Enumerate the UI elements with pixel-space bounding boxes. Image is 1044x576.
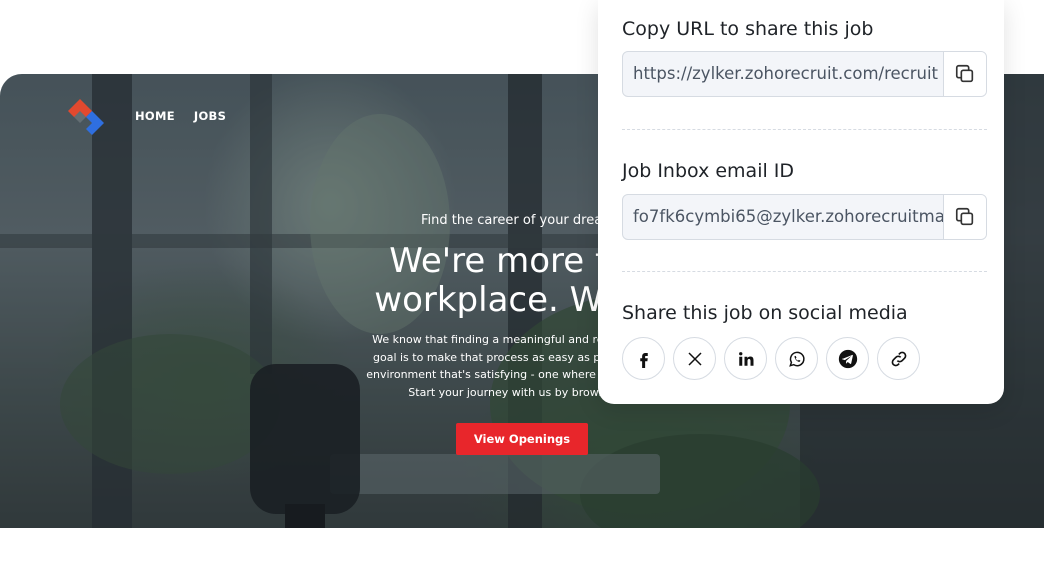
x-icon <box>687 351 702 366</box>
copy-email-button[interactable] <box>943 195 986 239</box>
share-whatsapp-button[interactable] <box>775 337 818 380</box>
share-job-popover: Copy URL to share this job https://zylke… <box>598 0 1004 404</box>
copy-icon <box>955 64 974 83</box>
whatsapp-icon <box>788 351 805 367</box>
view-openings-button[interactable]: View Openings <box>456 423 588 455</box>
section-divider <box>622 129 987 130</box>
social-share-buttons <box>622 337 920 380</box>
share-telegram-button[interactable] <box>826 337 869 380</box>
share-linkedin-button[interactable] <box>724 337 767 380</box>
company-logo[interactable] <box>66 97 106 137</box>
job-inbox-email-label: Job Inbox email ID <box>622 160 795 182</box>
linkedin-icon <box>738 351 753 366</box>
social-share-label: Share this job on social media <box>622 302 908 324</box>
main-nav: HOME JOBS <box>135 109 226 123</box>
job-inbox-email-value[interactable]: fo7fk6cymbi65@zylker.zohorecruitmail.com <box>623 195 943 239</box>
hero-tagline: Find the career of your drea <box>421 213 603 228</box>
job-url-value[interactable]: https://zylker.zohorecruit.com/recruit <box>623 52 943 96</box>
copy-icon <box>955 207 974 226</box>
job-inbox-email-field: fo7fk6cymbi65@zylker.zohorecruitmail.com <box>622 194 987 240</box>
link-icon <box>891 351 906 366</box>
facebook-icon <box>639 352 648 368</box>
nav-jobs-link[interactable]: JOBS <box>194 109 226 123</box>
job-url-field: https://zylker.zohorecruit.com/recruit <box>622 51 987 97</box>
section-divider <box>622 271 987 272</box>
share-x-button[interactable] <box>673 337 716 380</box>
telegram-icon <box>838 349 857 368</box>
copy-url-button[interactable] <box>943 52 986 96</box>
copy-link-button[interactable] <box>877 337 920 380</box>
copy-url-label: Copy URL to share this job <box>622 18 874 40</box>
share-facebook-button[interactable] <box>622 337 665 380</box>
nav-home-link[interactable]: HOME <box>135 109 175 123</box>
